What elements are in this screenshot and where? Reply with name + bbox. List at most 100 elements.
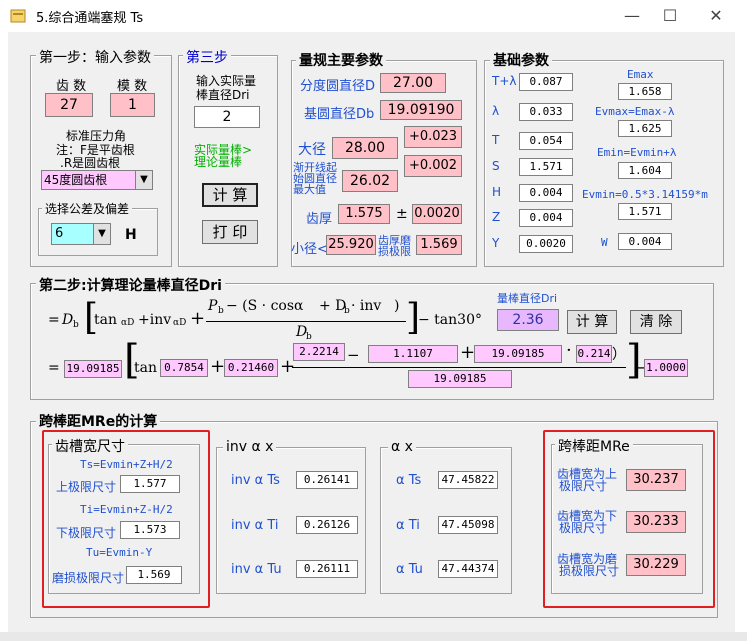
formula-alpha-d-1: αD bbox=[121, 318, 135, 328]
actual-pin-label-2: 棒直径Dri bbox=[196, 88, 250, 102]
major-dia-label: 大径 bbox=[298, 142, 326, 158]
formula-tail-1: − tan30° bbox=[418, 312, 482, 328]
basic-param-label: Z bbox=[492, 210, 501, 224]
formula-plus-4: + bbox=[460, 342, 476, 363]
tooth-thick-tol: 0.0020 bbox=[412, 204, 462, 224]
evmax-value: 1.625 bbox=[618, 120, 672, 137]
teeth-input[interactable]: 27 bbox=[45, 93, 93, 117]
inv-alpha-label: inv α Ti bbox=[231, 518, 279, 533]
tu-formula: Tu=Evmin-Y bbox=[86, 546, 153, 559]
r2-pb: 2.2214 bbox=[293, 343, 345, 361]
step2-legend: 第二步:计算理论量棒直径Dri bbox=[36, 275, 225, 295]
ts-formula: Ts=Evmin+Z+H/2 bbox=[80, 458, 173, 471]
involute-label: 渐开线起 始圆直径 最大值 bbox=[293, 162, 337, 195]
step2-calc-button[interactable]: 计 算 bbox=[567, 310, 617, 334]
print-button[interactable]: 打 印 bbox=[202, 220, 258, 244]
module-label: 模 数 bbox=[117, 79, 148, 94]
basic-param-label: H bbox=[492, 185, 502, 199]
involute-label-line3: 最大值 bbox=[293, 183, 326, 196]
major-dia-value: 28.00 bbox=[332, 137, 398, 159]
step3-calc-button[interactable]: 计 算 bbox=[202, 183, 258, 207]
wear-limit-value: 1.569 bbox=[416, 235, 462, 255]
basic-params-legend: 基础参数 bbox=[490, 50, 552, 70]
r2-tan30: 1.0000 bbox=[644, 359, 688, 377]
teeth-label: 齿 数 bbox=[56, 79, 87, 94]
major-tol-lower: +0.002 bbox=[404, 155, 462, 177]
inv-alpha-value: 0.26141 bbox=[296, 471, 358, 489]
emin-value: 1.604 bbox=[618, 162, 672, 179]
evmin-value: 1.571 bbox=[618, 203, 672, 220]
evmax-label: Evmax=Emax-λ bbox=[595, 105, 675, 118]
tooth-thick-label: 齿厚 bbox=[306, 212, 333, 227]
span-row-label: 齿槽宽为上 极限尺寸 bbox=[557, 468, 617, 492]
formula-db-sub: b bbox=[73, 320, 79, 330]
r2-den: 19.09185 bbox=[408, 370, 512, 388]
basic-param-value: 0.033 bbox=[519, 103, 573, 121]
basic-param-label: T bbox=[492, 133, 500, 147]
formula-num-d-sub: b bbox=[344, 306, 350, 316]
wear-limit-label: 齿厚磨 损极限 bbox=[378, 235, 411, 257]
w-label: W bbox=[601, 236, 608, 249]
alpha-label: α Ts bbox=[396, 473, 422, 488]
tooth-thick-value: 1.575 bbox=[338, 204, 390, 224]
base-dia-value: 19.09190 bbox=[380, 100, 462, 120]
gauge-params-legend: 量规主要参数 bbox=[296, 50, 386, 70]
clear-button[interactable]: 清 除 bbox=[630, 310, 682, 334]
formula-close-paren: ） bbox=[612, 347, 626, 363]
close-button[interactable]: ✕ bbox=[693, 0, 739, 32]
inv-alpha-value: 0.26111 bbox=[296, 560, 358, 578]
chevron-down-icon[interactable]: ▼ bbox=[93, 224, 110, 244]
span-row-label-line2: 损极限尺寸 bbox=[559, 564, 620, 578]
inv-alpha-label: inv α Ts bbox=[231, 473, 280, 488]
upper-limit-value: 1.577 bbox=[120, 475, 180, 493]
root-type-select[interactable]: 45度圆齿根 ▼ bbox=[41, 170, 153, 190]
chevron-down-icon[interactable]: ▼ bbox=[135, 171, 152, 189]
dri-label: 量棒直径Dri bbox=[497, 292, 558, 305]
tolerance-value: 6 bbox=[52, 224, 98, 244]
span-row-value: 30.229 bbox=[626, 554, 686, 576]
formula-num-close: ) bbox=[394, 298, 400, 314]
minor-dia-label: 小径< bbox=[291, 242, 328, 257]
formula-plus: + bbox=[190, 308, 206, 329]
span-row-label-line2: 极限尺寸 bbox=[559, 521, 608, 535]
actual-pin-input[interactable]: 2 bbox=[194, 106, 260, 128]
basic-param-value: 0.054 bbox=[519, 132, 573, 150]
inv-alpha-label: inv α Tu bbox=[231, 562, 282, 577]
formula-num-p-sub: b bbox=[218, 306, 224, 316]
r2-inv: 0.21460 bbox=[224, 359, 278, 377]
span-row-value: 30.237 bbox=[626, 469, 686, 491]
alpha-value: 47.45822 bbox=[438, 471, 498, 489]
tolerance-letter: H bbox=[125, 227, 137, 243]
background-window-left bbox=[0, 32, 8, 641]
root-note-line2: .R是圆齿根 bbox=[60, 156, 121, 170]
wear-limit-size-value: 1.569 bbox=[126, 566, 182, 584]
r2-s-cos: 1.1107 bbox=[368, 345, 458, 363]
module-input[interactable]: 1 bbox=[110, 93, 155, 117]
basic-param-value: 0.004 bbox=[519, 184, 573, 202]
lower-limit-label: 下极限尺寸 bbox=[56, 526, 117, 540]
maximize-button[interactable]: ☐ bbox=[647, 0, 693, 32]
tolerance-select[interactable]: 6 ▼ bbox=[51, 223, 111, 245]
span-legend: 跨棒距MRe bbox=[555, 436, 633, 456]
window-title: 5.综合通端塞规 Ts bbox=[36, 11, 144, 26]
background-window-bottom bbox=[0, 632, 747, 641]
basic-param-value: 0.087 bbox=[519, 73, 573, 91]
dri-value: 2.36 bbox=[497, 309, 559, 331]
formula-plus-2: + bbox=[210, 356, 226, 377]
step3-legend: 第三步 bbox=[183, 47, 231, 67]
formula-inv: +inv bbox=[138, 312, 172, 328]
alpha-label: α Tu bbox=[396, 562, 423, 577]
alpha-legend: α x bbox=[388, 439, 416, 455]
wear-limit-size-label: 磨损极限尺寸 bbox=[52, 571, 125, 585]
formula-tan-1: tan bbox=[94, 312, 117, 328]
title-bar: 5.综合通端塞规 Ts — ☐ ✕ bbox=[0, 0, 747, 32]
basic-param-label: S bbox=[492, 159, 500, 173]
ti-formula: Ti=Evmin+Z-H/2 bbox=[80, 503, 173, 516]
formula-eq-2: = bbox=[48, 360, 60, 376]
r2-alpha: 0.7854 bbox=[160, 359, 208, 377]
background-window-right bbox=[735, 32, 747, 641]
basic-param-value: 0.0020 bbox=[519, 235, 573, 253]
span-row-label: 齿槽宽为磨 损极限尺寸 bbox=[557, 553, 619, 577]
alpha-value: 47.45098 bbox=[438, 516, 498, 534]
r2-db: 19.09185 bbox=[64, 360, 122, 378]
